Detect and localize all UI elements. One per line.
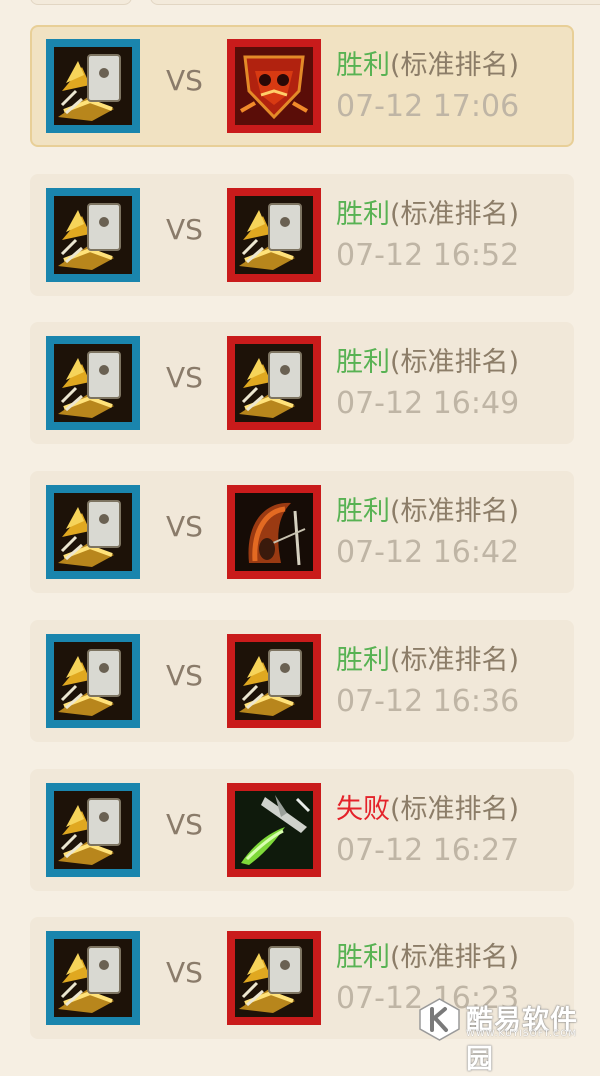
vs-label: VS	[166, 956, 203, 989]
win-result-label: 胜利	[336, 942, 390, 973]
match-mode-label: (标准排名)	[390, 942, 520, 973]
cardmaster-hero-icon	[54, 47, 132, 125]
cardmaster-hero-icon	[235, 344, 313, 422]
cardmaster-hero-icon	[235, 642, 313, 720]
match-mode-label: (标准排名)	[390, 794, 520, 825]
vs-label: VS	[166, 510, 203, 543]
match-record-card[interactable]: VS 胜利(标准排名) 07-12 16:36	[30, 620, 574, 742]
opponent-hero-avatar[interactable]	[227, 39, 321, 133]
cardmaster-hero-icon	[54, 344, 132, 422]
match-record-card[interactable]: VS 胜利(标准排名) 07-12 16:49	[30, 322, 574, 444]
opponent-hero-avatar[interactable]	[227, 783, 321, 877]
match-record-card[interactable]: VS 胜利(标准排名) 07-12 17:06	[30, 25, 574, 147]
opponent-hero-avatar[interactable]	[227, 931, 321, 1025]
match-mode-label: (标准排名)	[390, 347, 520, 378]
cardmaster-hero-icon	[54, 196, 132, 274]
win-result-label: 胜利	[336, 347, 390, 378]
player-hero-avatar[interactable]	[46, 783, 140, 877]
match-timestamp: 07-12 16:27	[336, 833, 520, 868]
match-result-line: 胜利(标准排名)	[336, 192, 519, 231]
match-record-card[interactable]: VS 失败(标准排名) 07-12 16:27	[30, 769, 574, 891]
match-result-line: 胜利(标准排名)	[336, 638, 519, 677]
match-mode-label: (标准排名)	[390, 645, 520, 676]
hooded-archer-hero-icon	[235, 493, 313, 571]
cardmaster-hero-icon	[54, 939, 132, 1017]
loss-result-label: 失败	[336, 794, 390, 825]
match-timestamp: 07-12 16:23	[336, 981, 520, 1016]
opponent-hero-avatar[interactable]	[227, 188, 321, 282]
cardmaster-hero-icon	[235, 196, 313, 274]
match-mode-label: (标准排名)	[390, 50, 520, 81]
match-mode-label: (标准排名)	[390, 199, 520, 230]
cardmaster-hero-icon	[235, 939, 313, 1017]
vs-label: VS	[166, 213, 203, 246]
player-hero-avatar[interactable]	[46, 485, 140, 579]
player-hero-avatar[interactable]	[46, 634, 140, 728]
match-result-line: 胜利(标准排名)	[336, 340, 519, 379]
match-timestamp: 07-12 16:49	[336, 386, 520, 421]
match-timestamp: 07-12 16:52	[336, 238, 520, 273]
vs-label: VS	[166, 361, 203, 394]
match-result-line: 胜利(标准排名)	[336, 489, 519, 528]
match-result-line: 胜利(标准排名)	[336, 43, 519, 82]
opponent-hero-avatar[interactable]	[227, 634, 321, 728]
win-result-label: 胜利	[336, 50, 390, 81]
horde-crest-hero-icon	[235, 47, 313, 125]
match-record-card[interactable]: VS 胜利(标准排名) 07-12 16:23	[30, 917, 574, 1039]
match-timestamp: 07-12 16:36	[336, 684, 520, 719]
cardmaster-hero-icon	[54, 791, 132, 869]
match-result-line: 胜利(标准排名)	[336, 935, 519, 974]
match-mode-label: (标准排名)	[390, 496, 520, 527]
match-timestamp: 07-12 17:06	[336, 89, 520, 124]
match-timestamp: 07-12 16:42	[336, 535, 520, 570]
cardmaster-hero-icon	[54, 493, 132, 571]
match-record-card[interactable]: VS 胜利(标准排名) 07-12 16:52	[30, 174, 574, 296]
win-result-label: 胜利	[336, 645, 390, 676]
win-result-label: 胜利	[336, 496, 390, 527]
opponent-hero-avatar[interactable]	[227, 485, 321, 579]
win-result-label: 胜利	[336, 199, 390, 230]
player-hero-avatar[interactable]	[46, 931, 140, 1025]
match-history-list: VS 胜利(标准排名) 07-12 17:06 VS 胜利(标准排名) 07-12 16:…	[0, 0, 600, 1041]
player-hero-avatar[interactable]	[46, 39, 140, 133]
player-hero-avatar[interactable]	[46, 336, 140, 430]
match-result-line: 失败(标准排名)	[336, 787, 519, 826]
vs-label: VS	[166, 659, 203, 692]
green-blade-hero-icon	[235, 791, 313, 869]
vs-label: VS	[166, 64, 203, 97]
cardmaster-hero-icon	[54, 642, 132, 720]
vs-label: VS	[166, 808, 203, 841]
player-hero-avatar[interactable]	[46, 188, 140, 282]
opponent-hero-avatar[interactable]	[227, 336, 321, 430]
match-record-card[interactable]: VS 胜利(标准排名) 07-12 16:42	[30, 471, 574, 593]
